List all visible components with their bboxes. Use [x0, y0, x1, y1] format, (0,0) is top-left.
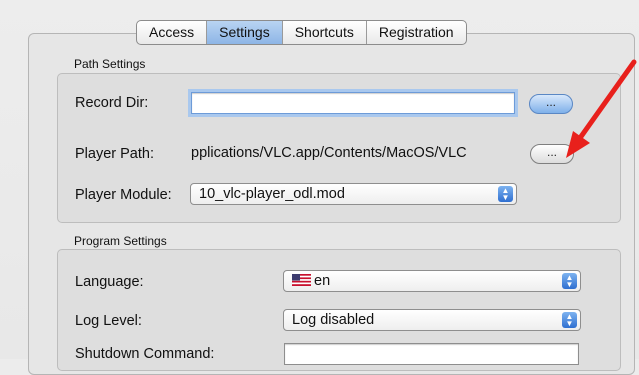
chevron-updown-icon: ▲ ▼	[562, 312, 577, 328]
player-path-field[interactable]: pplications/VLC.app/Contents/MacOS/VLC	[191, 142, 519, 164]
language-label: Language:	[75, 274, 144, 290]
player-module-select[interactable]: 10_vlc-player_odl.mod ▲ ▼	[190, 183, 517, 205]
log-level-label: Log Level:	[75, 313, 142, 329]
shutdown-command-label: Shutdown Command:	[75, 346, 215, 362]
tab-registration[interactable]: Registration	[367, 21, 466, 44]
language-select[interactable]: en ▲ ▼	[283, 270, 581, 292]
tab-access[interactable]: Access	[137, 21, 208, 44]
log-level-value: Log disabled	[292, 312, 375, 328]
log-level-select[interactable]: Log disabled ▲ ▼	[283, 309, 581, 331]
chevron-updown-icon: ▲ ▼	[498, 186, 513, 202]
tab-shortcuts[interactable]: Shortcuts	[283, 21, 367, 44]
player-path-browse-button[interactable]: ...	[530, 144, 574, 164]
shutdown-command-field[interactable]	[284, 343, 579, 365]
path-settings-label: Path Settings	[74, 57, 146, 71]
record-dir-label: Record Dir:	[75, 95, 149, 111]
language-value: en	[314, 273, 331, 289]
tab-settings[interactable]: Settings	[207, 21, 283, 44]
tab-bar: Access Settings Shortcuts Registration	[136, 20, 467, 45]
player-path-label: Player Path:	[75, 146, 154, 162]
us-flag-icon	[292, 274, 311, 286]
program-settings-label: Program Settings	[74, 234, 167, 248]
player-module-value: 10_vlc-player_odl.mod	[199, 186, 345, 202]
record-dir-browse-button[interactable]: ...	[529, 94, 573, 114]
record-dir-field[interactable]	[191, 92, 515, 114]
player-module-label: Player Module:	[75, 187, 172, 203]
chevron-updown-icon: ▲ ▼	[562, 273, 577, 289]
